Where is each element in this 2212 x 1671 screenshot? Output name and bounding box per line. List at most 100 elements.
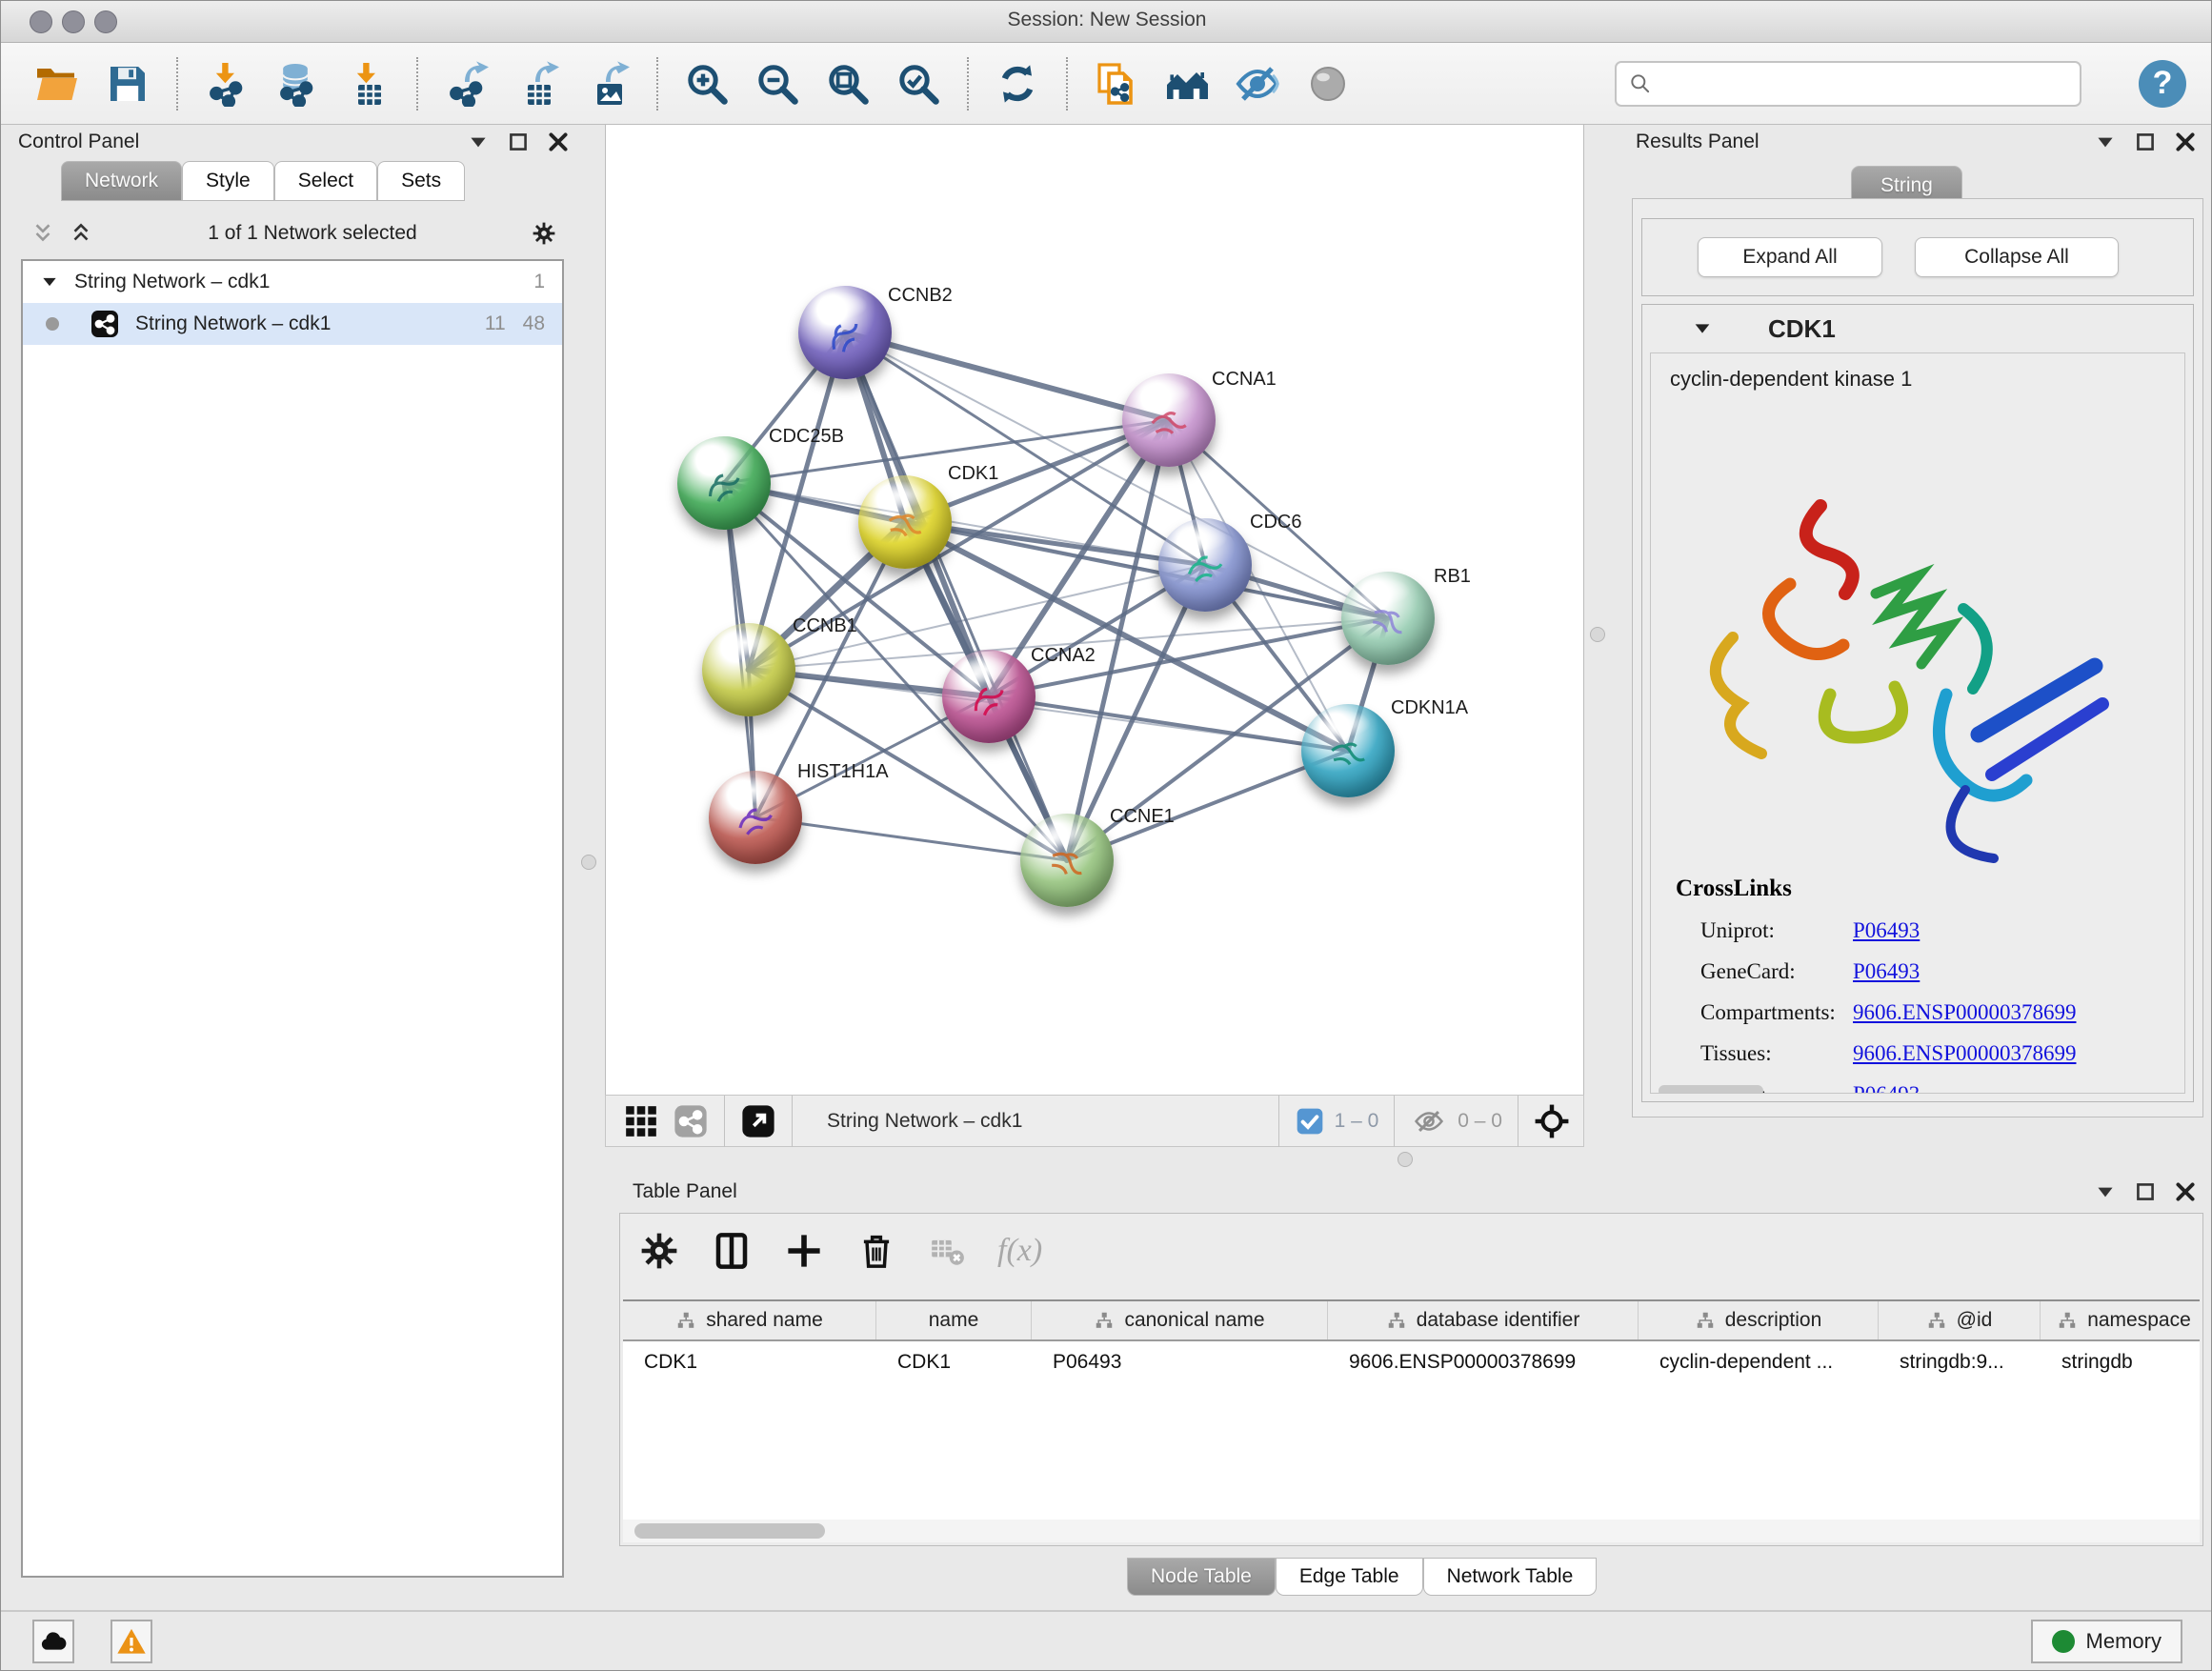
zoom-in-button[interactable] — [679, 56, 734, 111]
network-node-cdc6[interactable] — [1158, 518, 1252, 612]
column-header-id[interactable]: @id — [1879, 1301, 2041, 1339]
search-input[interactable] — [1662, 65, 2080, 103]
hide-glass-labels-button[interactable] — [1230, 56, 1285, 111]
selected-checkbox-icon[interactable] — [1295, 1106, 1325, 1137]
network-node-ccna2[interactable] — [942, 650, 1036, 743]
memory-button[interactable]: Memory — [2031, 1620, 2182, 1663]
result-entry-header[interactable]: CDK1 — [1642, 305, 2193, 352]
open-session-button[interactable] — [30, 56, 85, 111]
control-panel-menu-icon[interactable] — [466, 130, 491, 154]
network-node-cdkn1a[interactable] — [1301, 704, 1395, 797]
import-database-button[interactable] — [270, 56, 325, 111]
export-table-button[interactable] — [510, 56, 565, 111]
right-splitter-handle[interactable] — [1590, 627, 1605, 642]
help-button[interactable]: ? — [2139, 60, 2186, 108]
results-scrollbar-thumb[interactable] — [1659, 1085, 1763, 1094]
zoom-selected-button[interactable] — [891, 56, 946, 111]
tab-style[interactable]: Style — [182, 161, 274, 201]
crosslink-link[interactable]: P06493 — [1853, 959, 1920, 984]
table-panel-menu-icon[interactable] — [2093, 1179, 2118, 1204]
import-network-button[interactable] — [199, 56, 254, 111]
bottom-splitter-handle[interactable] — [1398, 1152, 1413, 1167]
network-node-cdk1[interactable] — [858, 475, 952, 569]
delete-column-trash-icon[interactable] — [856, 1231, 896, 1271]
expand-all-button[interactable]: Expand All — [1698, 237, 1882, 277]
import-table-button[interactable] — [340, 56, 395, 111]
export-image-button[interactable] — [580, 56, 635, 111]
table-cell[interactable]: 9606.ENSP00000378699 — [1328, 1341, 1639, 1383]
warnings-button[interactable] — [111, 1620, 152, 1663]
tab-sets[interactable]: Sets — [377, 161, 465, 201]
crosslink-link[interactable]: 9606.ENSP00000378699 — [1853, 1041, 2077, 1066]
automation-cloud-button[interactable] — [32, 1620, 74, 1663]
network-node-rb1[interactable] — [1341, 572, 1435, 665]
glass-ball-view-button[interactable] — [1300, 56, 1356, 111]
tab-edge-table[interactable]: Edge Table — [1276, 1558, 1423, 1596]
column-header-namespace[interactable]: namespace — [2041, 1301, 2200, 1339]
network-node-ccna1[interactable] — [1122, 373, 1216, 467]
network-node-cdc25b[interactable] — [677, 436, 771, 530]
collapse-all-button[interactable]: Collapse All — [1915, 237, 2119, 277]
network-view-canvas[interactable]: CCNB2 CCNA1 CDC25B CDK1 CDC6 RB1CCNB1 CC… — [605, 125, 1584, 1095]
entry-collapse-icon[interactable] — [1692, 318, 1713, 339]
zoom-fit-button[interactable] — [820, 56, 875, 111]
network-collection-row[interactable]: String Network – cdk1 1 — [23, 261, 562, 303]
grid-view-icon[interactable] — [623, 1103, 659, 1139]
results-panel-close-icon[interactable] — [2173, 130, 2198, 154]
tab-select[interactable]: Select — [274, 161, 377, 201]
expand-all-networks-icon[interactable] — [69, 221, 93, 246]
table-cell[interactable]: P06493 — [1032, 1341, 1328, 1383]
tab-network[interactable]: Network — [61, 161, 182, 201]
control-panel-close-icon[interactable] — [546, 130, 571, 154]
tab-network-table[interactable]: Network Table — [1423, 1558, 1598, 1596]
collection-expand-icon[interactable] — [40, 272, 59, 292]
crosslink-row: Tissues: 9606.ENSP00000378699 — [1676, 1041, 2077, 1066]
crosslink-link[interactable]: P06493 — [1853, 1082, 1920, 1094]
tab-node-table[interactable]: Node Table — [1127, 1558, 1276, 1596]
export-network-button[interactable] — [439, 56, 494, 111]
table-hscrollbar[interactable] — [623, 1520, 2200, 1542]
column-header-canonicalname[interactable]: canonical name — [1032, 1301, 1328, 1339]
network-share-view-icon[interactable] — [673, 1103, 709, 1139]
table-panel-close-icon[interactable] — [2173, 1179, 2198, 1204]
crosslink-link[interactable]: P06493 — [1853, 918, 1920, 943]
fit-content-crosshair-icon[interactable] — [1534, 1103, 1570, 1139]
network-node-ccnb1[interactable] — [702, 623, 795, 716]
string-home-button[interactable] — [1159, 56, 1215, 111]
table-cell[interactable]: CDK1 — [623, 1341, 876, 1383]
network-options-gear-icon[interactable] — [532, 221, 556, 246]
zoom-out-button[interactable] — [750, 56, 805, 111]
crosslink-link[interactable]: 9606.ENSP00000378699 — [1853, 1000, 2077, 1025]
results-panel-menu-icon[interactable] — [2093, 130, 2118, 154]
table-cell[interactable]: cyclin-dependent ... — [1639, 1341, 1879, 1383]
network-node-ccne1[interactable] — [1020, 814, 1114, 907]
save-session-button[interactable] — [100, 56, 155, 111]
zoom-selected-icon — [895, 61, 941, 107]
table-hscrollbar-thumb[interactable] — [634, 1523, 825, 1539]
table-cell[interactable]: stringdb:9... — [1879, 1341, 2041, 1383]
export-table-icon — [514, 61, 560, 107]
left-splitter-handle[interactable] — [581, 855, 596, 870]
string-import-button[interactable] — [1089, 56, 1144, 111]
refresh-layout-button[interactable] — [990, 56, 1045, 111]
table-panel-float-icon[interactable] — [2133, 1179, 2158, 1204]
column-header-description[interactable]: description — [1639, 1301, 1879, 1339]
column-header-sharedname[interactable]: shared name — [623, 1301, 876, 1339]
column-header-name[interactable]: name — [876, 1301, 1032, 1339]
open-in-browser-icon[interactable] — [740, 1103, 776, 1139]
table-cell[interactable]: stringdb — [2041, 1341, 2200, 1383]
hidden-eye-icon[interactable] — [1410, 1105, 1448, 1137]
table-cell[interactable]: CDK1 — [876, 1341, 1032, 1383]
add-column-icon[interactable] — [784, 1231, 824, 1271]
network-node-hist1h1a[interactable] — [709, 771, 802, 864]
network-node-ccnb2[interactable] — [798, 286, 892, 379]
results-panel-float-icon[interactable] — [2133, 130, 2158, 154]
search-box[interactable] — [1615, 61, 2081, 107]
show-columns-icon[interactable] — [712, 1231, 752, 1271]
column-header-databaseidentifier[interactable]: database identifier — [1328, 1301, 1639, 1339]
table-row[interactable]: CDK1CDK1P064939606.ENSP00000378699cyclin… — [623, 1341, 2200, 1383]
control-panel-float-icon[interactable] — [506, 130, 531, 154]
network-row-selected[interactable]: String Network – cdk1 11 48 — [23, 303, 562, 345]
table-settings-gear-icon[interactable] — [639, 1231, 679, 1271]
collapse-all-networks-icon[interactable] — [30, 221, 55, 246]
